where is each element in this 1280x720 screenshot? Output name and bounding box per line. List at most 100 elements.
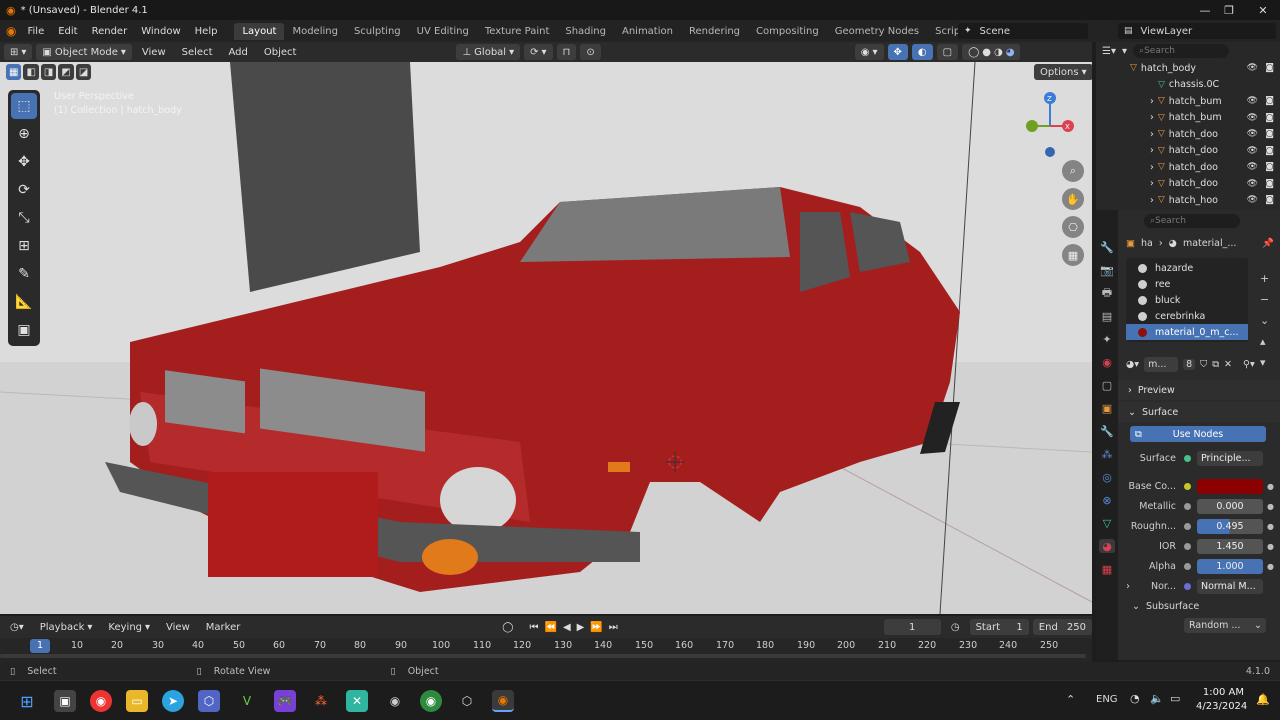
chrome-icon[interactable]: ◉ — [90, 690, 112, 712]
menu-edit[interactable]: Edit — [51, 26, 84, 37]
clock[interactable]: 1:00 AM 4/23/2024 — [1196, 686, 1247, 714]
camera-icon[interactable]: ◙ — [1265, 96, 1274, 106]
eye-icon[interactable]: 👁 — [1247, 195, 1258, 205]
pan-hand-icon[interactable]: ✋ — [1062, 188, 1084, 210]
data-props-icon[interactable]: ▽ — [1099, 516, 1115, 530]
jump-end-icon[interactable]: ⏭ — [609, 622, 618, 633]
camera-icon[interactable]: ◙ — [1265, 179, 1274, 189]
tab-animation[interactable]: Animation — [614, 23, 681, 40]
move-down-icon[interactable]: ▾ — [1260, 356, 1269, 369]
timeline-editor-icon[interactable]: ◷▾ — [4, 619, 30, 635]
game-controller-icon[interactable]: 🎮 — [274, 690, 296, 712]
material-name-field[interactable]: m... — [1144, 356, 1179, 372]
keyframe-icon[interactable]: ● — [1267, 502, 1274, 511]
particles-props-icon[interactable]: ⁂ — [1099, 447, 1115, 461]
outliner-item[interactable]: ▽ chassis.0C — [1096, 77, 1280, 94]
windows-start-icon[interactable]: ⊞ — [16, 690, 38, 712]
texture-props-icon[interactable]: ▦ — [1099, 562, 1115, 576]
surface-panel-header[interactable]: ⌄ Surface — [1118, 402, 1280, 422]
outliner-type-icon[interactable]: ☰▾ — [1102, 46, 1116, 57]
play-icon[interactable]: ▶ — [577, 622, 585, 633]
file-explorer-icon[interactable]: ▭ — [126, 690, 148, 712]
timeline-ruler[interactable]: 1 10 20 30 40 50 60 70 80 90 100 110 120… — [0, 638, 1092, 662]
object-props-icon[interactable]: ▣ — [1099, 401, 1115, 415]
menu-keying[interactable]: Keying ▾ — [102, 619, 156, 635]
list-item[interactable]: hazarde — [1126, 260, 1248, 276]
chevron-up-icon[interactable]: ⌃ — [1066, 693, 1075, 706]
add-slot-icon[interactable]: + — [1260, 272, 1269, 285]
unity-icon[interactable]: ⬡ — [456, 690, 478, 712]
menu-select[interactable]: Select — [176, 44, 219, 60]
options-button[interactable]: Options ▾ — [1034, 64, 1092, 80]
gizmo-toggle[interactable]: ✥ — [887, 44, 908, 60]
scale-tool-icon[interactable]: ⤡ — [11, 205, 37, 231]
menu-file[interactable]: File — [20, 26, 51, 37]
eye-icon[interactable]: 👁 — [1247, 146, 1258, 156]
prev-keyframe-icon[interactable]: ⏪ — [544, 622, 556, 633]
subsurface-header[interactable]: ⌄ Subsurface — [1118, 596, 1280, 616]
list-item[interactable]: bluck — [1126, 292, 1248, 308]
preview-panel-header[interactable]: › Preview — [1118, 380, 1280, 400]
menu-timeline-view[interactable]: View — [160, 619, 196, 635]
fake-user-icon[interactable]: ⛉ — [1200, 359, 1207, 370]
menu-view[interactable]: View — [136, 44, 172, 60]
zoom-icon[interactable]: ⌕ — [1062, 160, 1084, 182]
tab-shading[interactable]: Shading — [557, 23, 614, 40]
eye-icon[interactable]: 👁 — [1247, 113, 1258, 123]
node-link-icon[interactable]: ⚲▾ — [1243, 359, 1255, 370]
outliner-item[interactable]: › ▽ hatch_doo 👁 ◙ — [1096, 143, 1280, 160]
camera-icon[interactable]: ◙ — [1265, 129, 1274, 139]
outliner-item[interactable]: › ▽ hatch_doo 👁 ◙ — [1096, 159, 1280, 176]
tab-texture-paint[interactable]: Texture Paint — [477, 23, 558, 40]
render-props-icon[interactable]: 📷 — [1099, 263, 1115, 277]
language-indicator[interactable]: ENG — [1096, 694, 1118, 705]
camera-icon[interactable]: ◙ — [1265, 146, 1274, 156]
select-subtract-icon[interactable]: ◨ — [40, 64, 57, 80]
normal-map-selector[interactable]: Normal M... — [1197, 578, 1263, 594]
ior-field[interactable]: 1.450 — [1197, 538, 1263, 554]
chrome-profile-icon[interactable]: ◉ — [420, 690, 442, 712]
metallic-slider[interactable]: 0.000 — [1197, 498, 1263, 514]
measure-tool-icon[interactable]: 📐 — [11, 289, 37, 315]
eye-icon[interactable]: 👁 — [1247, 96, 1258, 106]
editor-type-button[interactable]: ⊞ ▾ — [4, 44, 33, 60]
three-dots-app-icon[interactable]: ⁂ — [310, 690, 332, 712]
alpha-slider[interactable]: 1.000 — [1197, 558, 1263, 574]
select-extend-icon[interactable]: ◧ — [23, 64, 39, 80]
snap-toggle[interactable]: ⊓ — [556, 44, 577, 60]
jump-start-icon[interactable]: ⏮ — [529, 622, 538, 633]
subsurface-method-selector[interactable]: Random ... ⌄ — [1184, 618, 1266, 633]
start-frame-field[interactable]: Start 1 — [969, 619, 1029, 635]
expand-icon[interactable]: › — [1150, 96, 1154, 107]
telegram-icon[interactable]: ➤ — [162, 690, 184, 712]
expand-icon[interactable]: › — [1150, 162, 1154, 173]
select-intersect-icon[interactable]: ◪ — [75, 64, 92, 80]
material-props-icon[interactable]: ◕ — [1099, 539, 1115, 553]
pin-icon[interactable]: 📌 — [1262, 238, 1274, 249]
annotate-tool-icon[interactable]: ✎ — [11, 261, 37, 287]
expand-icon[interactable]: › — [1150, 129, 1154, 140]
camera-view-icon[interactable]: ⎔ — [1062, 216, 1084, 238]
outliner-item[interactable]: › ▽ hatch_doo 👁 ◙ — [1096, 126, 1280, 143]
navigation-gizmo[interactable]: Z X — [1020, 88, 1084, 158]
expand-icon[interactable]: › — [1150, 195, 1154, 206]
expand-icon[interactable]: › — [1150, 145, 1154, 156]
view-layer-selector[interactable]: ▤ ViewLayer — [1118, 23, 1276, 39]
eye-icon[interactable]: 👁 — [1247, 63, 1258, 73]
blender-taskbar-icon[interactable]: ◉ — [492, 690, 514, 712]
outliner-item[interactable]: › ▽ hatch_hoo 👁 ◙ — [1096, 192, 1280, 209]
keyframe-icon[interactable]: ● — [1267, 522, 1274, 531]
surface-shader-selector[interactable]: Principle... — [1197, 450, 1263, 466]
maximize-button[interactable]: ❐ — [1212, 0, 1246, 20]
mode-selector[interactable]: ▣ Object Mode ▾ — [36, 44, 132, 60]
move-tool-icon[interactable]: ✥ — [11, 149, 37, 175]
menu-add[interactable]: Add — [223, 44, 254, 60]
outliner-item[interactable]: ▽ hatch_body 👁 ◙ — [1096, 60, 1280, 77]
vectorworks-icon[interactable]: V — [236, 690, 258, 712]
clock-icon[interactable]: ◷ — [945, 619, 966, 635]
obs-icon[interactable]: ◉ — [384, 690, 406, 712]
camera-icon[interactable]: ◙ — [1265, 113, 1274, 123]
play-reverse-icon[interactable]: ◀ — [563, 622, 571, 633]
tab-rendering[interactable]: Rendering — [681, 23, 748, 40]
world-props-icon[interactable]: ◉ — [1099, 355, 1115, 369]
